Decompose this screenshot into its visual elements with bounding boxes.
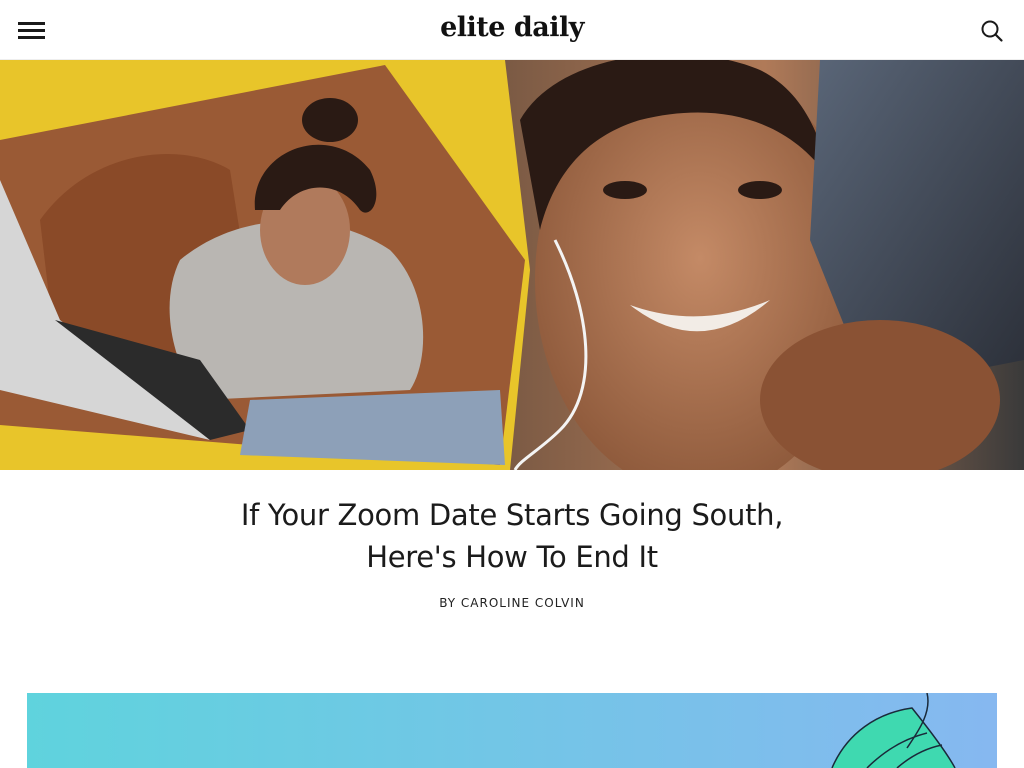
article-inline-image bbox=[27, 693, 997, 768]
byline-prefix: BY bbox=[439, 596, 457, 610]
site-header: elite daily bbox=[0, 0, 1024, 60]
site-logo[interactable]: elite daily bbox=[0, 12, 1024, 43]
hero-image bbox=[0, 60, 1024, 470]
author-link[interactable]: CAROLINE COLVIN bbox=[461, 596, 585, 610]
search-icon[interactable] bbox=[980, 19, 1004, 43]
article-byline: BY CAROLINE COLVIN bbox=[0, 596, 1024, 610]
article-title: If Your Zoom Date Starts Going South, He… bbox=[240, 498, 784, 574]
